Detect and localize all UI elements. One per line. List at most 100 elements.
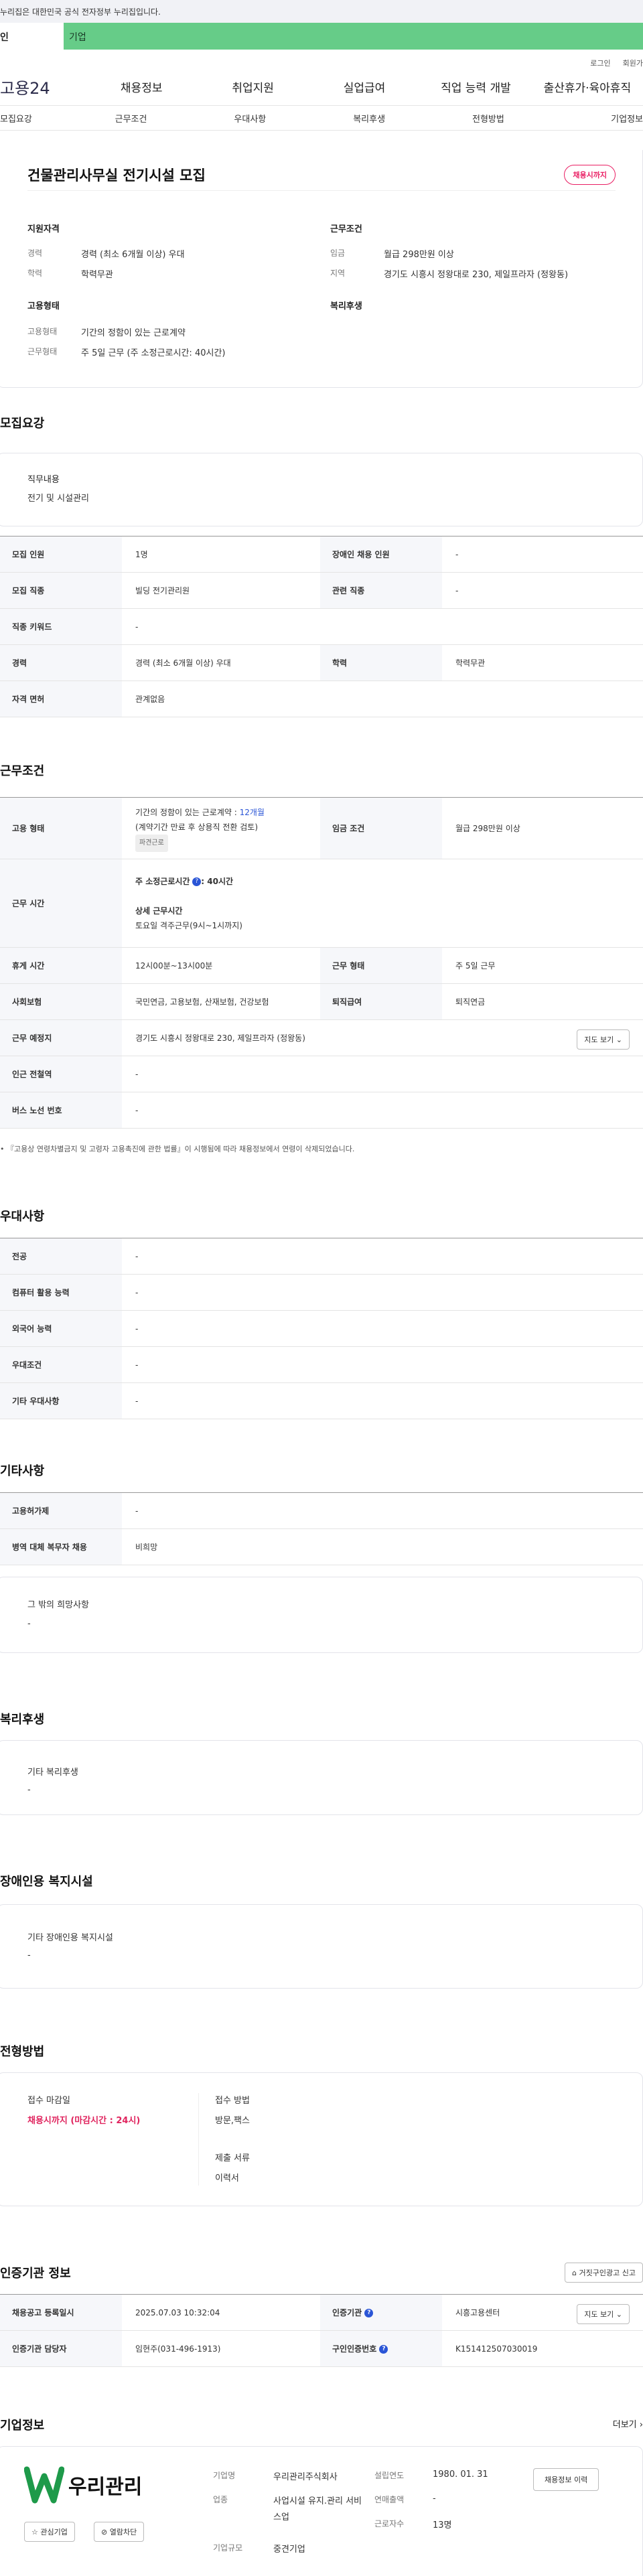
table-cell: -	[122, 1310, 643, 1347]
workform-label: 근무형태	[27, 347, 58, 356]
table-header-cell: 임금 조건	[320, 797, 442, 859]
table-header-cell: 외국어 능력	[0, 1310, 122, 1347]
company-more-link[interactable]: 더보기 ›	[613, 2417, 643, 2430]
welfare-section-title: 복리후생	[0, 1713, 45, 1727]
experience-label: 경력	[27, 248, 43, 258]
agency-map-button[interactable]: 지도 보기 ⌄	[577, 2304, 630, 2324]
hiring-history-button[interactable]: 채용정보 이력	[533, 2468, 599, 2491]
help-icon[interactable]: ?	[379, 2345, 388, 2354]
table-header-cell: 자격 면허	[0, 681, 122, 717]
table-cell: -	[442, 572, 643, 609]
company-logo-text: 우리관리	[68, 2476, 143, 2499]
subnav-preference[interactable]: 우대사항	[190, 112, 309, 125]
table-cell: 빌딩 전기관리원	[122, 572, 320, 609]
table-cell: 1명	[122, 536, 320, 573]
table-row: 병역 대체 복무자 채용 비희망	[0, 1528, 643, 1565]
table-row: 외국어 능력 -	[0, 1310, 643, 1347]
welfare-heading: 복리후생	[330, 301, 362, 311]
founded-label: 설립연도	[374, 2471, 405, 2480]
welfare-label: 기타 복리후생	[27, 1768, 78, 1778]
other-wishes-value: -	[27, 1619, 31, 1629]
help-icon[interactable]: ?	[364, 2309, 374, 2317]
table-header-cell: 장애인 채용 인원	[320, 536, 442, 573]
site-logo[interactable]: 고용24	[0, 75, 86, 98]
favorite-company-button[interactable]: ☆ 관심기업	[24, 2522, 75, 2542]
main-nav: 고용24 채용정보 취업지원 실업급여 직업 능력 개발 출산휴가·육아휴직	[0, 68, 643, 105]
table-header-cell: 직종 키워드	[0, 608, 122, 645]
nav-item-employment-support[interactable]: 취업지원	[197, 78, 308, 95]
table-row: 기타 우대사항 -	[0, 1382, 643, 1419]
join-link[interactable]: 회원가	[623, 59, 643, 68]
table-cell: 임현주(031-496-1913)	[122, 2330, 320, 2367]
table-row: 경력 경력 (최소 6개월 이상) 우대 학력 학력무관	[0, 644, 643, 681]
cert-number-label-cell: 구인인증번호 ?	[320, 2330, 442, 2367]
table-row: 버스 노선 번호 -	[0, 1092, 643, 1129]
subnav-company[interactable]: 기업정보	[548, 112, 643, 125]
table-row: 인증기관 담당자 임현주(031-496-1913) 구인인증번호 ? K151…	[0, 2330, 643, 2367]
subnav-screening[interactable]: 전형방법	[429, 112, 548, 125]
table-header-cell: 관련 직종	[320, 572, 442, 609]
table-header-cell: 고용 형태	[0, 797, 122, 859]
block-view-button[interactable]: ⊘ 열람차단	[94, 2522, 145, 2542]
agency-section-title: 인증기관 정보	[0, 2267, 71, 2281]
company-logo: 우리관리	[24, 2465, 142, 2504]
company-size-label: 기업규모	[213, 2543, 243, 2553]
tab-company[interactable]: 기업	[64, 23, 643, 50]
company-name-value: 우리관리주식회사	[273, 2472, 338, 2482]
table-cell: -	[122, 1238, 643, 1275]
employment-type-note: (계약기간 만료 후 상용직 전환 검토)	[135, 822, 258, 832]
table-cell: -	[122, 608, 643, 645]
nav-item-unemployment-benefit[interactable]: 실업급여	[309, 78, 420, 95]
table-cell: -	[122, 1056, 643, 1092]
table-row: 모집 직종 빌딩 전기관리원 관련 직종 -	[0, 572, 643, 609]
nav-item-job-training[interactable]: 직업 능력 개발	[420, 78, 531, 95]
table-header-cell: 병역 대체 복무자 채용	[0, 1528, 122, 1565]
company-more-label: 더보기	[612, 2420, 637, 2430]
screening-section-title: 전형방법	[0, 2045, 45, 2059]
table-header-cell: 기타 우대사항	[0, 1382, 122, 1419]
welfare-value: -	[27, 1785, 31, 1795]
table-header-cell: 경력	[0, 644, 122, 681]
report-button-label: 거짓구인광고 신고	[579, 2269, 636, 2277]
map-button-label: 지도 보기	[584, 1035, 614, 1044]
work-place-value: 경기도 시흥시 정왕대로 230, 제일프라자 (정왕동)	[135, 1033, 305, 1043]
agency-org-label: 인증기관	[332, 2308, 362, 2317]
table-row: 고용허가제 -	[0, 1492, 643, 1529]
gov-notice-text: 누리집은 대한민국 공식 전자정부 누리집입니다.	[0, 7, 161, 17]
tab-personal[interactable]: 인	[0, 23, 64, 50]
employment-type-text: 기간의 정함이 있는 근로계약 :	[135, 807, 240, 817]
workform-value: 주 5일 근무 (주 소정근로시간: 40시간)	[81, 348, 226, 358]
subnav-recruit[interactable]: 모집요강	[0, 112, 72, 125]
login-link[interactable]: 로그인	[590, 59, 610, 68]
subnav-welfare[interactable]: 복리후생	[309, 112, 429, 125]
table-header-cell: 근무 시간	[0, 859, 122, 948]
agency-table: 채용공고 등록일시 2025.07.03 10:32:04 인증기관 ? 시흥고…	[0, 2294, 643, 2367]
company-size-value: 중견기업	[273, 2545, 305, 2555]
table-row: 근무 시간 주 소정근로시간 ?: 40시간 상세 근무시간 토요일 격주근무(…	[0, 859, 643, 948]
welfare-card: 기타 복리후생 -	[0, 1740, 643, 1815]
nav-item-jobs[interactable]: 채용정보	[86, 78, 197, 95]
subnav-conditions[interactable]: 근무조건	[72, 112, 191, 125]
table-row: 컴퓨터 활용 능력 -	[0, 1274, 643, 1311]
table-row: 모집 인원 1명 장애인 채용 인원 -	[0, 536, 643, 573]
table-row: 전공 -	[0, 1238, 643, 1275]
education-label: 학력	[27, 269, 43, 278]
company-logo-mark	[24, 2466, 64, 2504]
industry-label: 업종	[213, 2495, 228, 2504]
education-value: 학력무관	[81, 270, 113, 280]
deadline-badge: 채용시까지	[564, 165, 616, 185]
table-cell: K151412507030019	[442, 2330, 643, 2367]
worktype-heading: 고용형태	[27, 301, 60, 311]
false-ad-report-button[interactable]: ⌂ 거짓구인광고 신고	[565, 2263, 643, 2283]
other-wishes-label: 그 밖의 희망사항	[27, 1600, 89, 1610]
documents-label: 제출 서류	[215, 2153, 250, 2163]
contract-period: 12개월	[239, 807, 265, 817]
map-button[interactable]: 지도 보기 ⌄	[577, 1029, 630, 1050]
section-subnav: 모집요강 근무조건 우대사항 복리후생 전형방법 기업정보	[0, 105, 643, 131]
qualification-heading: 지원자격	[27, 224, 60, 234]
help-icon[interactable]: ?	[192, 877, 202, 886]
cert-number-label: 구인인증번호	[332, 2344, 377, 2354]
favorite-label: 관심기업	[40, 2528, 68, 2536]
nav-item-parental-leave[interactable]: 출산휴가·육아휴직	[532, 78, 643, 95]
sales-label: 연매출액	[374, 2495, 405, 2504]
